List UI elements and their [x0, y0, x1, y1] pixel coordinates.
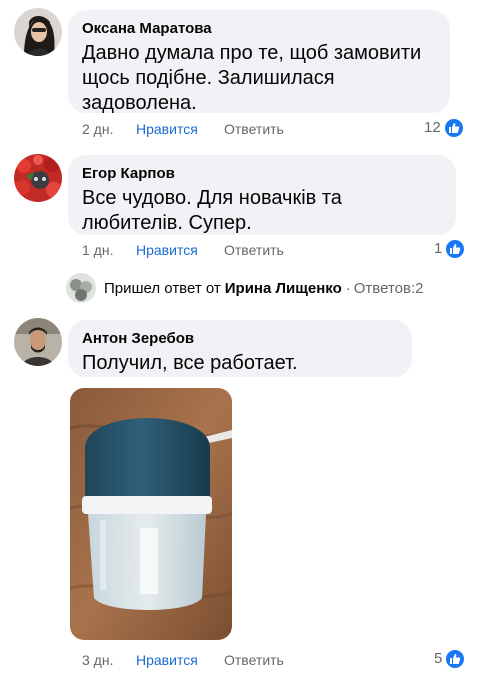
comment-author[interactable]: Антон Зеребов: [82, 329, 398, 348]
like-count[interactable]: 5: [434, 649, 465, 669]
like-button[interactable]: Нравится: [136, 650, 198, 670]
avatar-oksana[interactable]: [14, 8, 62, 56]
avatar-egor[interactable]: [14, 154, 62, 202]
view-replies-link[interactable]: Пришел ответ от Ирина Лищенко · Ответов:…: [66, 273, 423, 303]
avatar-irina: [66, 273, 96, 303]
comment-bubble: Оксана Маратова Давно думала про те, щоб…: [68, 10, 450, 114]
comment-time[interactable]: 3 дн.: [82, 650, 113, 670]
comment-actions: 2 дн. Нравится Ответить: [82, 119, 322, 139]
comment-text: Давно думала про те, щоб замовити щось п…: [82, 42, 422, 114]
like-count[interactable]: 1: [434, 239, 465, 259]
comment-bubble: Антон Зеребов Получил, все работает.: [68, 320, 412, 377]
reply-button[interactable]: Ответить: [224, 119, 284, 139]
reply-separator: ·: [345, 279, 351, 297]
comment-actions: 1 дн. Нравится Ответить: [82, 240, 322, 260]
like-count[interactable]: 12: [424, 118, 463, 138]
thumbs-up-icon: [446, 650, 465, 668]
avatar-anton[interactable]: [14, 318, 62, 366]
like-count-value: 1: [434, 240, 443, 257]
reply-button[interactable]: Ответить: [224, 650, 284, 670]
comment-bubble: Егор Карпов Все чудово. Для новачків та …: [68, 155, 456, 235]
comment-text: Получил, все работает.: [82, 352, 298, 374]
like-button[interactable]: Нравится: [136, 119, 198, 139]
reply-prefix: Пришел ответ от: [104, 279, 221, 297]
comment-text: Все чудово. Для новачків та любителів. С…: [82, 187, 342, 234]
comment-time[interactable]: 2 дн.: [82, 119, 113, 139]
like-count-value: 12: [424, 119, 441, 136]
comment-author[interactable]: Егор Карпов: [82, 164, 442, 183]
reply-count: Ответов:2: [353, 279, 424, 297]
like-count-value: 5: [434, 650, 443, 667]
comment-actions: 3 дн. Нравится Ответить: [82, 650, 322, 670]
thumbs-up-icon: [444, 119, 463, 137]
attached-photo[interactable]: [70, 388, 232, 640]
like-button[interactable]: Нравится: [136, 240, 198, 260]
comment-author[interactable]: Оксана Маратова: [82, 19, 436, 38]
reply-button[interactable]: Ответить: [224, 240, 284, 260]
thumbs-up-icon: [446, 240, 465, 258]
comment-time[interactable]: 1 дн.: [82, 240, 113, 260]
reply-author: Ирина Лищенко: [224, 279, 342, 297]
